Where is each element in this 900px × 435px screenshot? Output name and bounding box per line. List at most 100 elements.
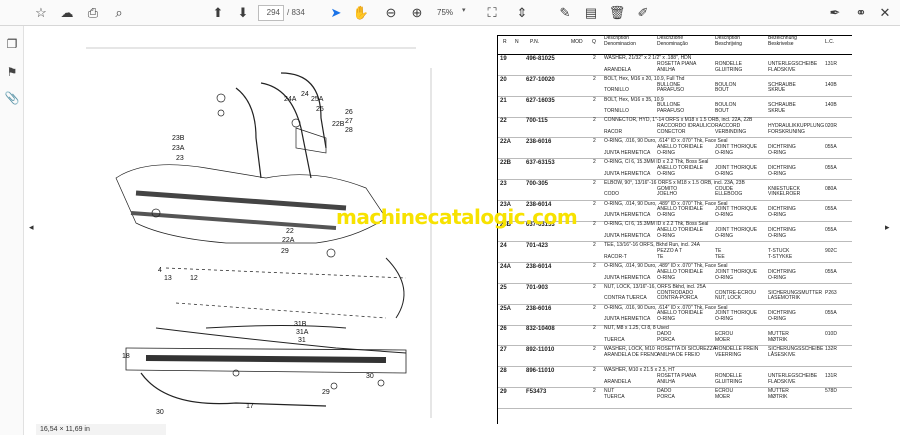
fit-page-icon[interactable]: ⛶ (483, 4, 501, 22)
table-row: 24A 238-6014 2 O-RING, .014, 90 Duro, .489"… (498, 263, 852, 284)
row-quantity: 2 (593, 367, 596, 373)
row-part-number: 238-6016 (526, 139, 552, 146)
print-icon[interactable]: ⎙ (84, 4, 102, 22)
callout-label: 4 (158, 267, 162, 274)
row-quantity: 2 (593, 75, 596, 82)
callout-label: 22 (286, 228, 294, 235)
pen-sign-icon[interactable]: ✒ (826, 4, 844, 22)
bookmark-icon[interactable]: ⚑ (4, 64, 20, 80)
page-total: / 834 (287, 8, 305, 17)
row-ref: 24A (500, 264, 512, 270)
row-description: RACOR-T (604, 253, 627, 260)
header-r: R (503, 39, 507, 45)
row-description: 080A (825, 185, 837, 192)
chevron-down-icon[interactable]: ▾ (462, 6, 466, 14)
select-cursor-icon[interactable]: ➤ (327, 4, 345, 22)
header-q: Q (592, 39, 596, 45)
callout-label: 29 (322, 389, 330, 396)
row-description: TORNILLO (604, 108, 629, 115)
comment-icon[interactable]: ✎ (556, 4, 574, 22)
row-part-number: 896-11010 (526, 368, 555, 374)
header-desc-nl: Beschrijving (715, 41, 742, 47)
delete-icon[interactable]: 🗑 (608, 4, 626, 22)
row-description: ELLEBOOG (715, 191, 743, 198)
row-description: FLADSKIVE (768, 378, 796, 385)
row-quantity: 2 (593, 304, 596, 311)
link-icon[interactable]: ⚭ (852, 4, 870, 22)
row-description: 055A (825, 268, 837, 275)
search-icon[interactable]: ⌕ (110, 4, 128, 22)
zoom-level[interactable]: 75% (437, 7, 453, 19)
row-description: LASEMOTRIK (768, 295, 801, 302)
zoom-in-icon[interactable]: ⊕ (408, 4, 426, 22)
row-part-number: 701-423 (526, 243, 549, 250)
scroll-icon[interactable]: ⇕ (513, 4, 531, 22)
table-row: 29 F53473 2 NUT DADO ECROU MUTTER 578D TUERCA POR… (498, 388, 852, 409)
row-description: 020R (825, 123, 837, 130)
row-separator (498, 407, 852, 409)
callout-label: 26 (345, 109, 353, 116)
row-description: FORSKRUNING (768, 128, 805, 135)
row-description: O-RING (715, 274, 734, 281)
row-description: VERBINDING (715, 128, 747, 135)
row-quantity: 2 (593, 242, 596, 249)
row-description: BOLT, Hex, M16 x 35, 10.9 (604, 96, 664, 103)
row-description: BOUT (715, 87, 729, 94)
table-row: 25A 238-6016 2 O-RING, .016, 90 Duro, .614"… (498, 304, 852, 326)
page-number-input[interactable]: 294 (258, 5, 284, 21)
hand-icon[interactable]: ✋ (352, 4, 370, 22)
cloud-upload-icon[interactable]: ☁ (58, 4, 76, 22)
row-part-number: 238-6016 (526, 305, 552, 312)
row-description: VEERRING (715, 351, 742, 358)
prev-page-arrow-icon[interactable]: ◂ (29, 222, 34, 233)
callout-label: 23A (172, 145, 185, 152)
row-description: PORCA (657, 393, 675, 400)
row-ref: 26 (500, 326, 507, 333)
row-description: FLADSKIVE (768, 66, 796, 73)
row-description: ARANDELA DE FRENO (604, 351, 658, 358)
star-icon[interactable]: ☆ (32, 4, 50, 22)
row-description: 902C (825, 247, 837, 254)
row-description: O-RING (657, 212, 676, 219)
highlight-icon[interactable]: ▤ (582, 4, 600, 22)
row-description: ARANDELA (604, 378, 631, 385)
attachment-icon[interactable]: 📎 (4, 90, 20, 106)
row-description: TE (657, 253, 664, 260)
row-description: 140B (825, 102, 837, 109)
row-description: O-RING (657, 274, 676, 281)
row-description: TEE, 13/16"-16 ORFS, Bkhd Run, incl. 24A (604, 242, 700, 249)
row-description: ARANDELA (604, 66, 631, 73)
next-page-arrow-icon[interactable]: ▸ (885, 222, 890, 233)
row-description: 131R (825, 372, 837, 379)
callout-label: 13 (164, 275, 172, 282)
row-ref: 29 (500, 388, 507, 395)
row-description: ANILHA (657, 378, 676, 385)
page-down-icon[interactable]: ⬇ (234, 4, 252, 22)
row-description: VINKELROER (768, 191, 801, 198)
callout-label: 17 (246, 403, 254, 410)
row-description: 010D (825, 331, 837, 338)
row-description: GLUITRING (715, 66, 743, 73)
pages-icon[interactable]: ❐ (4, 36, 20, 52)
left-sidebar: ❐ ⚑ 📎 (0, 26, 24, 435)
draw-icon[interactable]: ✐ (634, 4, 652, 22)
row-quantity: 2 (593, 179, 596, 186)
close-icon[interactable]: ✕ (876, 4, 894, 22)
header-lc: L.C. (825, 39, 835, 45)
row-part-number: 832-10408 (526, 326, 555, 333)
row-description: CONTRA TUERCA (604, 295, 647, 302)
table-row: 19 496-81025 2 WASHER, 21/32" x 2 1/2" x .1… (498, 55, 852, 76)
row-quantity: 2 (593, 221, 596, 228)
row-ref: 28 (500, 368, 507, 374)
page-up-icon[interactable]: ⬆ (209, 4, 227, 22)
callout-label: 30 (366, 373, 374, 380)
row-description: O-RING (657, 149, 676, 156)
row-description: O-RING (768, 274, 787, 281)
row-description: PARAFUSO (657, 87, 685, 94)
row-ref: 22A (500, 139, 512, 146)
row-quantity: 2 (593, 346, 596, 353)
row-description: O-RING (715, 149, 734, 156)
callout-label: 31 (298, 337, 306, 344)
row-ref: 25A (500, 305, 512, 312)
zoom-out-icon[interactable]: ⊖ (382, 4, 400, 22)
